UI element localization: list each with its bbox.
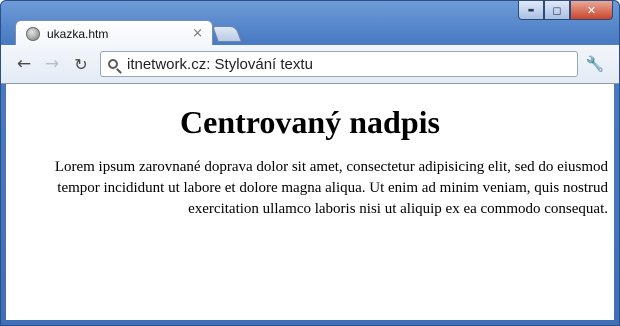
- tab-title: ukazka.htm: [47, 26, 109, 41]
- page-viewport: Centrovaný nadpis Lorem ipsum zarovnané …: [6, 84, 614, 320]
- close-window-button[interactable]: ✕: [570, 1, 613, 20]
- reload-button[interactable]: ↻: [70, 54, 92, 74]
- maximize-icon: ◻: [552, 3, 562, 17]
- back-arrow-icon: ←: [16, 54, 32, 74]
- new-tab-button[interactable]: [212, 26, 242, 42]
- close-icon: ✕: [586, 3, 597, 17]
- url-text[interactable]: itnetwork.cz: Stylování textu: [127, 56, 313, 73]
- minimize-button[interactable]: ▬: [518, 1, 544, 20]
- forward-button[interactable]: →: [41, 54, 63, 74]
- reload-icon: ↻: [74, 54, 88, 74]
- back-button[interactable]: ←: [13, 54, 35, 74]
- globe-icon: [26, 26, 40, 41]
- settings-menu-button[interactable]: 🔧: [585, 55, 605, 73]
- window-controls: ▬ ◻ ✕: [518, 1, 613, 21]
- maximize-button[interactable]: ◻: [544, 1, 570, 20]
- address-bar[interactable]: itnetwork.cz: Stylování textu: [100, 51, 578, 77]
- page-paragraph: Lorem ipsum zarovnané doprava dolor sit …: [54, 159, 608, 217]
- search-icon: [108, 59, 118, 69]
- tab-close-icon[interactable]: ×: [192, 26, 203, 41]
- toolbar: ← → ↻ itnetwork.cz: Stylování textu 🔧: [1, 45, 619, 84]
- forward-arrow-icon: →: [44, 54, 60, 74]
- page-heading: Centrovaný nadpis: [180, 104, 440, 140]
- minimize-icon: ▬: [527, 6, 535, 14]
- browser-window: ▬ ◻ ✕ ukazka.htm × ← → ↻ itnetwork.cz: S…: [0, 0, 620, 326]
- tab-ukazka[interactable]: ukazka.htm ×: [15, 20, 213, 46]
- wrench-icon: 🔧: [585, 55, 605, 73]
